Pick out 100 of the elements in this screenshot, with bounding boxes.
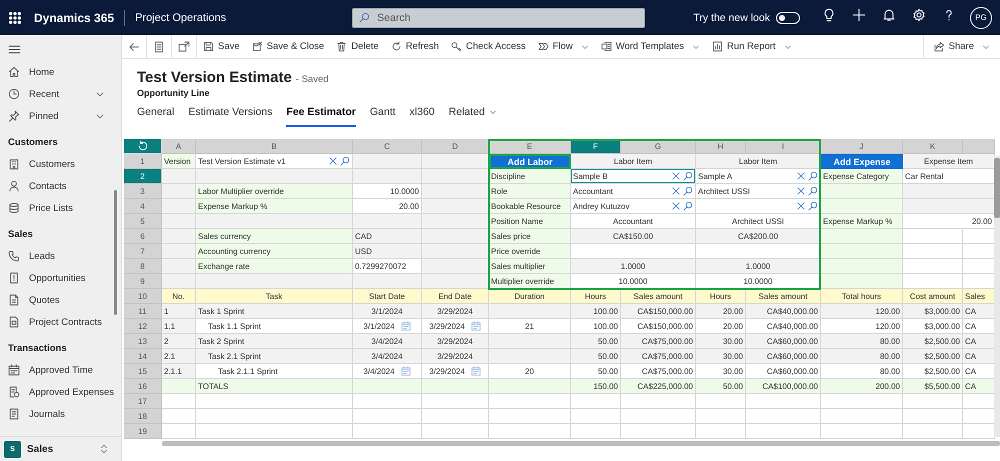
tab[interactable]: Gantt — [370, 106, 396, 127]
toolbar-button[interactable]: Save & Close — [246, 35, 330, 58]
row-number[interactable]: 4 — [124, 199, 162, 214]
search-field[interactable]: Search — [352, 8, 646, 28]
settings-icon[interactable] — [912, 8, 926, 22]
search-icon[interactable] — [808, 201, 818, 211]
row-number[interactable]: 3 — [124, 184, 162, 199]
row-number[interactable]: 7 — [124, 244, 162, 259]
row-number[interactable]: 12 — [124, 319, 162, 334]
lookup-field[interactable] — [696, 199, 821, 214]
lookup-field[interactable]: Architect USSI — [696, 184, 821, 199]
app-launcher-icon[interactable] — [8, 10, 22, 24]
row-number[interactable]: 10 — [124, 289, 162, 304]
date-field[interactable]: 3/1/2024 — [353, 319, 422, 334]
scrollbar[interactable] — [162, 441, 1000, 446]
toolbar-button[interactable]: Flow — [532, 35, 595, 58]
back-icon[interactable] — [128, 40, 140, 52]
toolbar-button[interactable]: Check Access — [444, 35, 532, 58]
tab[interactable]: General — [137, 106, 174, 127]
sheet-cell: 1 — [162, 304, 196, 319]
menu-icon[interactable] — [8, 43, 21, 56]
clear-icon[interactable] — [671, 186, 681, 196]
lookup-field[interactable]: Sample A — [696, 169, 821, 184]
toolbar-button[interactable]: Run Report — [706, 35, 798, 58]
row-number[interactable]: 8 — [124, 259, 162, 274]
lookup-field[interactable]: Accountant — [571, 184, 696, 199]
row-number[interactable]: 6 — [124, 229, 162, 244]
column-header[interactable]: D — [422, 139, 489, 154]
nav-item[interactable]: Quotes — [0, 289, 121, 311]
share-button[interactable]: Share — [922, 35, 1000, 58]
lookup-field[interactable]: Andrey Kutuzov — [571, 199, 696, 214]
clear-icon[interactable] — [796, 201, 806, 211]
tab[interactable]: Related — [448, 106, 497, 127]
tab[interactable]: Fee Estimator — [286, 106, 356, 127]
row-number[interactable]: 19 — [124, 424, 162, 439]
row-number[interactable]: 9 — [124, 274, 162, 289]
row-number[interactable]: 17 — [124, 394, 162, 409]
nav-item[interactable]: Recent — [0, 83, 121, 105]
tab[interactable]: xl360 — [410, 106, 435, 127]
search-icon[interactable] — [683, 186, 693, 196]
row-number[interactable]: 2 — [124, 169, 162, 184]
clear-icon[interactable] — [796, 186, 806, 196]
clear-icon[interactable] — [796, 171, 806, 181]
tab[interactable]: Estimate Versions — [188, 106, 272, 127]
nav-item[interactable]: Journals — [0, 403, 121, 425]
toolbar-button[interactable]: Delete — [330, 35, 385, 58]
sheet-cell: $2,500.00 — [903, 349, 963, 364]
nav-item[interactable]: Opportunities — [0, 267, 121, 289]
search-icon[interactable] — [340, 156, 350, 166]
scrollbar[interactable] — [114, 190, 117, 315]
clear-icon[interactable] — [671, 171, 681, 181]
nav-item[interactable]: Price Lists — [0, 197, 121, 219]
lightbulb-icon[interactable] — [822, 8, 836, 22]
new-look-toggle[interactable] — [776, 12, 800, 24]
date-field[interactable]: 3/29/2024 — [422, 364, 489, 379]
row-number[interactable]: 11 — [124, 304, 162, 319]
toolbar-button[interactable]: Word Templates — [594, 35, 706, 58]
date-field[interactable]: 3/29/2024 — [422, 319, 489, 334]
row-number[interactable]: 16 — [124, 379, 162, 394]
row-number[interactable]: 15 — [124, 364, 162, 379]
toolbar-button[interactable]: Refresh — [384, 35, 445, 58]
lookup-field[interactable]: Test Version Estimate v1 — [196, 154, 353, 169]
popout-icon[interactable] — [178, 40, 190, 52]
nav-item[interactable]: Pinned — [0, 105, 121, 127]
search-icon[interactable] — [808, 186, 818, 196]
column-header[interactable]: C — [353, 139, 422, 154]
row-number[interactable]: 5 — [124, 214, 162, 229]
search-icon[interactable] — [808, 171, 818, 181]
search-icon[interactable] — [683, 171, 693, 181]
nav-item[interactable]: Home — [0, 61, 121, 83]
lookup-field[interactable]: Sample B — [571, 169, 696, 184]
column-header[interactable]: K — [903, 139, 963, 154]
column-header[interactable]: A — [162, 139, 196, 154]
toolbar-button[interactable]: Save — [197, 35, 246, 58]
nav-item[interactable]: Approved Expenses — [0, 381, 121, 403]
bell-icon[interactable] — [882, 8, 896, 22]
add-button[interactable]: Add Labor — [489, 154, 571, 169]
row-number[interactable]: 13 — [124, 334, 162, 349]
clear-icon[interactable] — [328, 156, 338, 166]
app-name[interactable]: Dynamics 365 — [34, 10, 114, 24]
row-number[interactable]: 14 — [124, 349, 162, 364]
nav-item[interactable]: Customers — [0, 153, 121, 175]
nav-item[interactable]: Approved Time — [0, 359, 121, 381]
form-icon[interactable] — [153, 40, 165, 52]
user-avatar[interactable]: PG — [970, 6, 992, 28]
column-header[interactable]: B — [196, 139, 353, 154]
plus-icon[interactable] — [852, 8, 866, 22]
area-name[interactable]: Project Operations — [135, 12, 226, 24]
nav-item[interactable]: Leads — [0, 245, 121, 267]
nav-item[interactable]: Contacts — [0, 175, 121, 197]
row-number[interactable]: 18 — [124, 409, 162, 424]
scrollbar[interactable] — [994, 158, 1000, 218]
date-field[interactable]: 3/4/2024 — [353, 364, 422, 379]
search-icon[interactable] — [683, 201, 693, 211]
row-number[interactable]: 1 — [124, 154, 162, 169]
column-header[interactable]: J — [821, 139, 903, 154]
clear-icon[interactable] — [671, 201, 681, 211]
refresh-icon[interactable] — [124, 139, 162, 154]
nav-item[interactable]: Project Contracts — [0, 311, 121, 333]
add-button[interactable]: Add Expense — [821, 154, 903, 169]
